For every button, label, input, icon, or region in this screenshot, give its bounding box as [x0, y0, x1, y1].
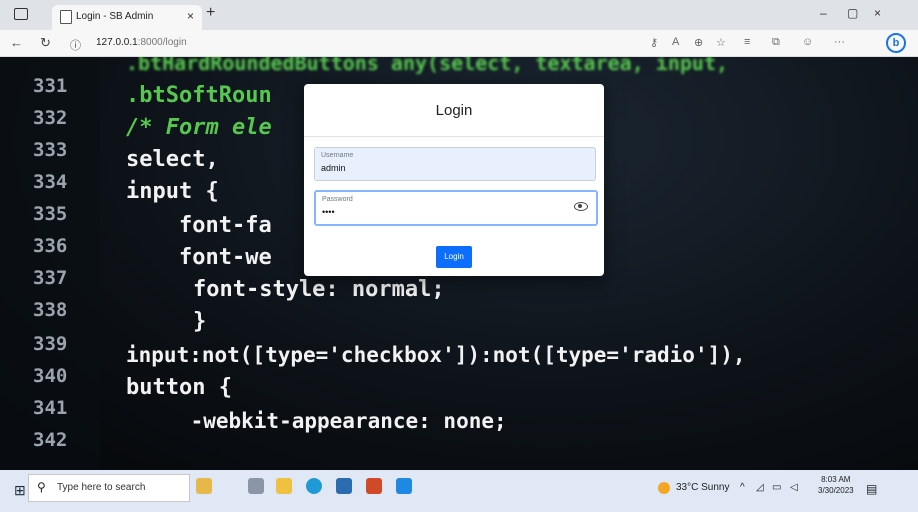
show-password-icon[interactable]: [574, 202, 588, 211]
address-bar-row: ← ↻ ⓘ 127.0.0.1:8000/login ⚷ A ⊕ ☆ ≡ ⧉ ☺…: [0, 30, 918, 57]
zoom-icon[interactable]: ⊕: [694, 36, 703, 49]
code-line: .btSoftRoun: [126, 83, 272, 108]
line-number: 332: [33, 107, 68, 129]
login-button[interactable]: Login: [436, 246, 472, 268]
line-number: 339: [33, 333, 68, 355]
code-line: /* Form ele: [126, 115, 272, 140]
tab-close-icon[interactable]: ×: [187, 9, 194, 23]
url-path: :8000/login: [137, 37, 187, 48]
line-number: 338: [33, 299, 68, 321]
url-field[interactable]: 127.0.0.1:8000/login: [96, 37, 187, 48]
username-value: admin: [321, 163, 346, 173]
line-number: 337: [33, 267, 68, 289]
code-line: button {: [126, 375, 232, 400]
password-field[interactable]: Password ••••: [314, 190, 598, 226]
line-number: 333: [33, 139, 68, 161]
login-title: Login: [304, 84, 604, 137]
username-label: Username: [321, 152, 354, 159]
password-label: Password: [322, 196, 353, 203]
line-number: 336: [33, 235, 68, 257]
code-line: font-we: [126, 245, 272, 270]
weather-text[interactable]: 33°C Sunny: [676, 482, 729, 493]
tab-title: Login - SB Admin: [76, 11, 154, 22]
login-card: Login Username admin Password •••• Login: [304, 84, 604, 276]
minimize-button[interactable]: –: [820, 6, 827, 20]
task-view-icon[interactable]: [248, 478, 264, 494]
line-number: 335: [33, 203, 68, 225]
tray-expand-icon[interactable]: ^: [740, 482, 745, 493]
code-line: font-fa: [126, 213, 272, 238]
info-icon[interactable]: ⓘ: [70, 37, 81, 53]
browser-tab-login[interactable]: Login - SB Admin ×: [52, 5, 202, 30]
code-line: .btHardRoundedButtons any(select, textar…: [126, 57, 729, 75]
password-value: ••••: [322, 207, 335, 217]
volume-icon[interactable]: ◁: [790, 482, 798, 493]
line-number: 331: [33, 75, 68, 97]
line-number: 342: [33, 429, 68, 451]
powerpoint-icon[interactable]: [366, 478, 382, 494]
weather-sun-icon[interactable]: [658, 482, 670, 494]
line-number: 334: [33, 171, 68, 193]
favorites-icon[interactable]: ≡: [744, 36, 750, 48]
clock-date: 3/30/2023: [818, 486, 854, 495]
browser-tab-bar: Login - SB Admin × + – ▢ ×: [0, 0, 918, 30]
system-clock[interactable]: 8:03 AM 3/30/2023: [818, 474, 854, 496]
url-host: 127.0.0.1: [96, 37, 138, 48]
code-line: -webkit-appearance: none;: [140, 409, 507, 433]
refresh-icon[interactable]: ↻: [40, 35, 51, 51]
new-tab-button[interactable]: +: [206, 4, 215, 22]
search-placeholder: Type here to search: [57, 482, 146, 493]
network-icon[interactable]: ◿: [756, 482, 764, 493]
read-aloud-icon[interactable]: A: [672, 36, 679, 48]
favorite-star-icon[interactable]: ☆: [716, 36, 726, 49]
close-window-button[interactable]: ×: [874, 6, 881, 20]
code-line: font-style: normal;: [140, 277, 445, 302]
code-line: }: [140, 309, 207, 334]
edge-browser-icon[interactable]: [306, 478, 322, 494]
profile-icon[interactable]: ☺: [802, 36, 813, 48]
file-explorer-icon[interactable]: [276, 478, 292, 494]
taskbar-search[interactable]: ⚲ Type here to search: [28, 474, 190, 502]
code-line: input {: [126, 179, 219, 204]
clock-time: 8:03 AM: [821, 475, 851, 484]
back-arrow-icon[interactable]: ←: [10, 35, 23, 50]
notifications-icon[interactable]: ▤: [866, 482, 877, 496]
line-number: 340: [33, 365, 68, 387]
code-line: input:not([type='checkbox']):not([type='…: [126, 343, 746, 367]
username-field[interactable]: Username admin: [314, 147, 596, 181]
windows-start-icon[interactable]: ⊞: [14, 482, 26, 499]
password-key-icon[interactable]: ⚷: [650, 36, 658, 49]
more-menu-icon[interactable]: ···: [834, 36, 845, 48]
battery-icon[interactable]: ▭: [772, 482, 781, 493]
widgets-icon[interactable]: [196, 478, 212, 494]
windows-taskbar: ⊞ ⚲ Type here to search 33°C Sunny ^ ◿ ▭…: [0, 470, 918, 512]
vscode-icon[interactable]: [396, 478, 412, 494]
tab-actions-icon[interactable]: [14, 8, 28, 20]
restore-button[interactable]: ▢: [847, 6, 858, 20]
page-icon: [60, 10, 72, 24]
bing-icon[interactable]: b: [886, 33, 906, 53]
search-icon: ⚲: [37, 480, 46, 494]
line-number: 341: [33, 397, 68, 419]
collections-icon[interactable]: ⧉: [772, 36, 780, 49]
mail-icon[interactable]: [336, 478, 352, 494]
code-line: select,: [126, 147, 219, 172]
